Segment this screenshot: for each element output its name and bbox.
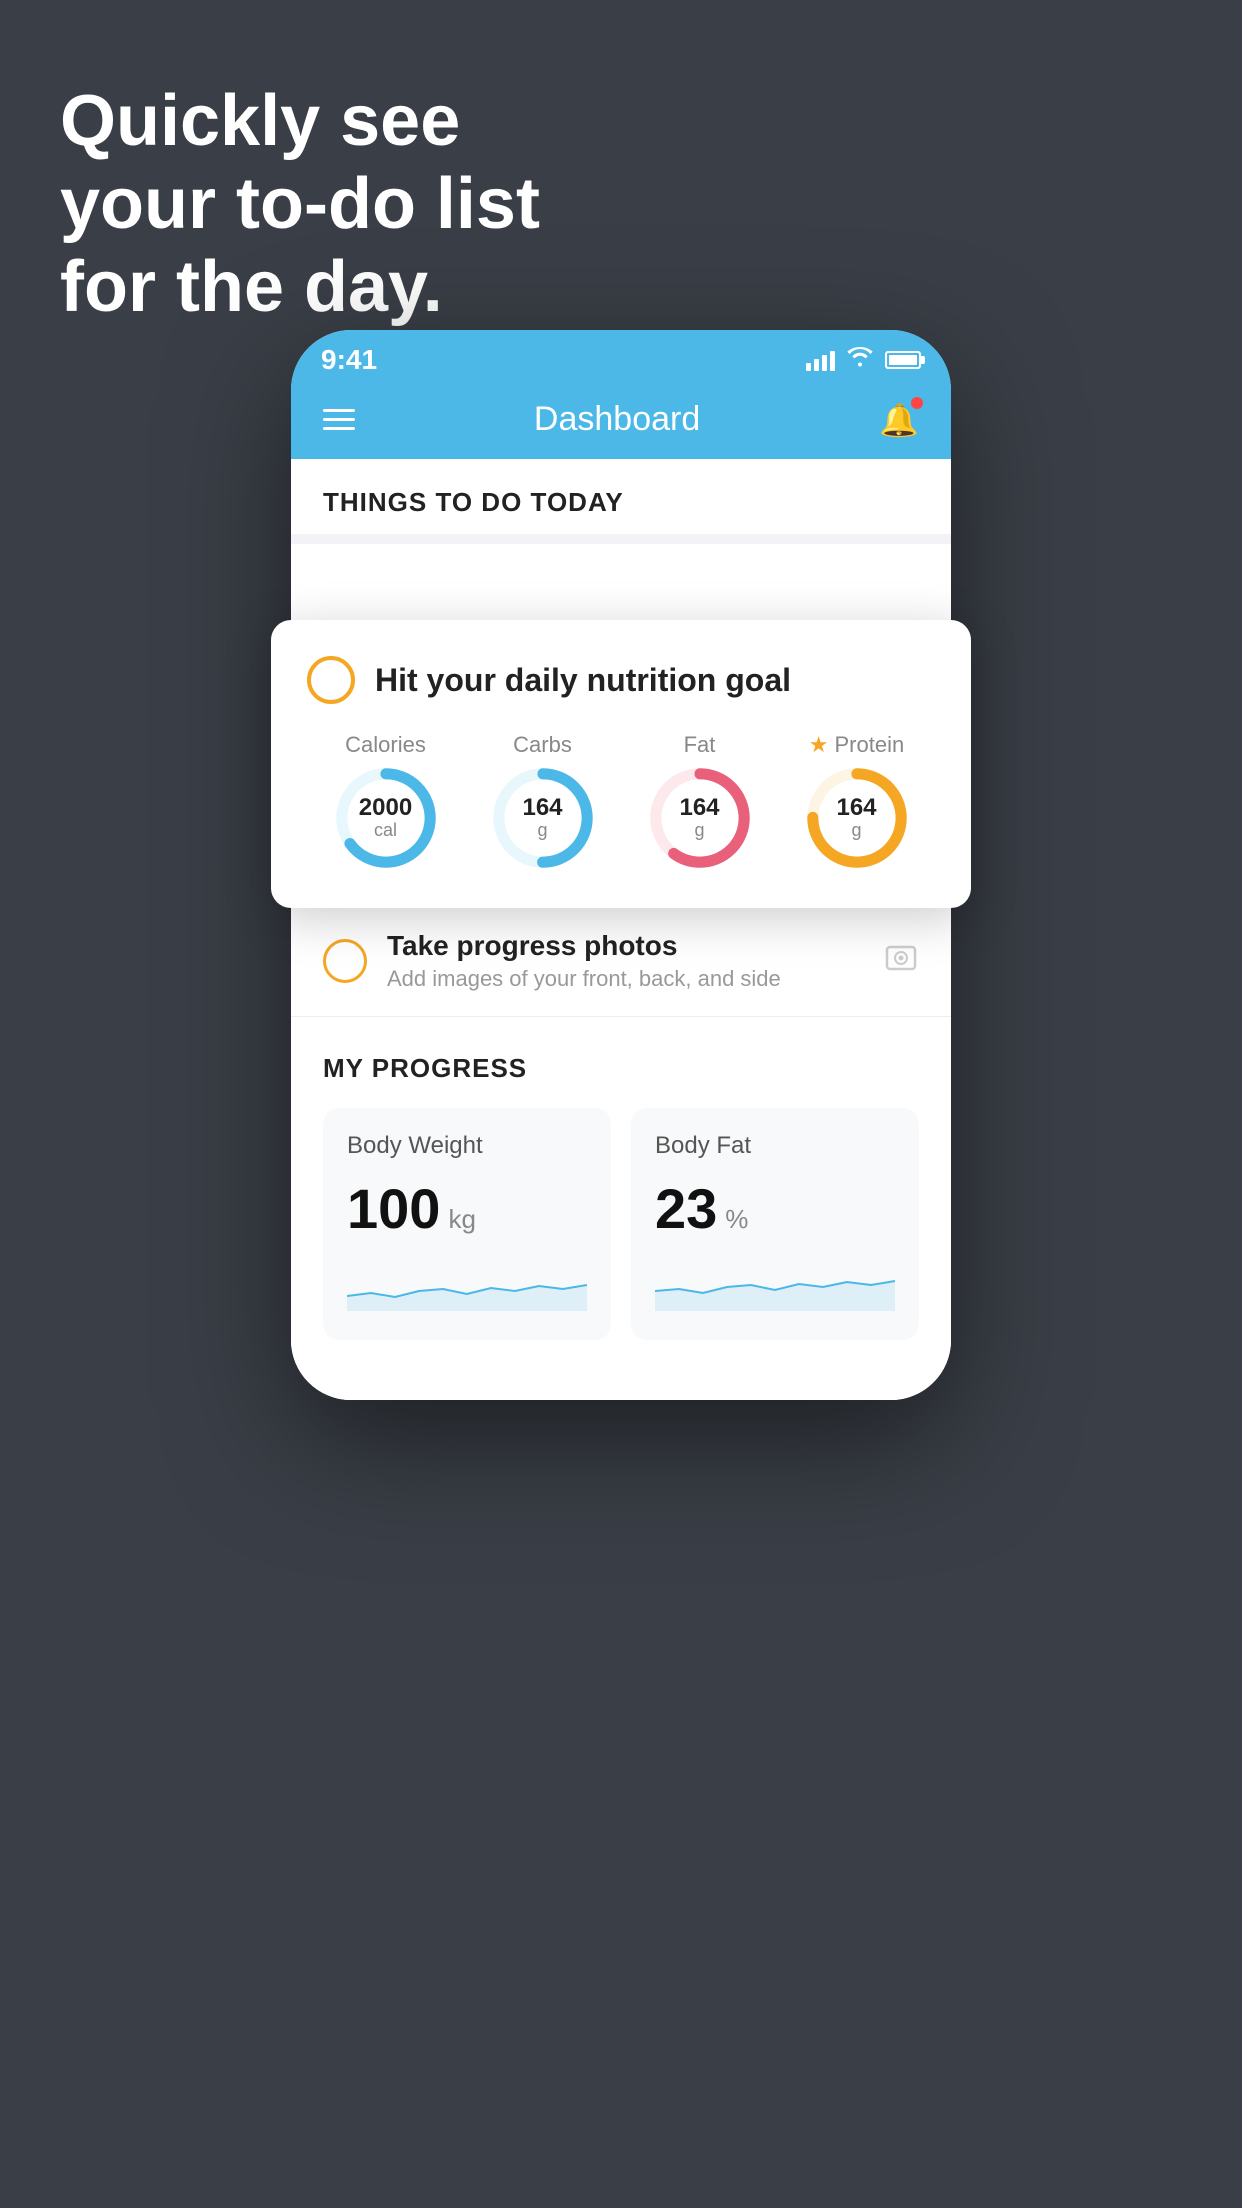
photo-icon bbox=[883, 939, 919, 984]
card-check-circle bbox=[307, 656, 355, 704]
battery-icon bbox=[885, 351, 921, 369]
status-right-icons bbox=[806, 346, 921, 374]
protein-label: Protein bbox=[835, 732, 905, 758]
protein-label-row: ★ Protein bbox=[809, 732, 904, 758]
body-fat-chart bbox=[655, 1261, 895, 1311]
fat-item: Fat 164 g bbox=[650, 732, 750, 868]
progress-cards: Body Weight 100 kg Body Fat 23 % bbox=[323, 1108, 919, 1380]
body-fat-title: Body Fat bbox=[655, 1132, 895, 1160]
carbs-item: Carbs 164 g bbox=[493, 732, 593, 868]
phone-bottom bbox=[291, 1380, 951, 1400]
body-fat-value-row: 23 % bbox=[655, 1176, 895, 1241]
app-content: THINGS TO DO TODAY Running Track your st… bbox=[291, 459, 951, 1400]
nutrition-circles: Calories 2000 cal Carbs bbox=[307, 732, 935, 868]
body-fat-value: 23 bbox=[655, 1176, 717, 1241]
hamburger-menu[interactable] bbox=[323, 409, 355, 430]
signal-icon bbox=[806, 349, 835, 371]
headline: Quickly see your to-do list for the day. bbox=[60, 80, 540, 328]
carbs-label: Carbs bbox=[513, 732, 572, 758]
card-title: Hit your daily nutrition goal bbox=[375, 662, 791, 699]
star-icon: ★ bbox=[809, 732, 829, 758]
carbs-donut: 164 g bbox=[493, 768, 593, 868]
carbs-unit: g bbox=[537, 820, 547, 841]
body-weight-title: Body Weight bbox=[347, 1132, 587, 1160]
body-weight-value-row: 100 kg bbox=[347, 1176, 587, 1241]
status-time: 9:41 bbox=[321, 344, 377, 376]
card-title-row: Hit your daily nutrition goal bbox=[307, 656, 935, 704]
notification-bell-icon[interactable]: 🔔 bbox=[879, 401, 919, 439]
body-weight-card[interactable]: Body Weight 100 kg bbox=[323, 1108, 611, 1340]
progress-section: MY PROGRESS Body Weight 100 kg Body Fat bbox=[291, 1017, 951, 1380]
body-weight-value: 100 bbox=[347, 1176, 440, 1241]
things-to-do-header: THINGS TO DO TODAY bbox=[291, 459, 951, 534]
fat-value: 164 bbox=[679, 796, 719, 820]
body-weight-unit: kg bbox=[448, 1204, 475, 1235]
carbs-value: 164 bbox=[522, 796, 562, 820]
protein-donut: 164 g bbox=[807, 768, 907, 868]
todo-circle-photos bbox=[323, 939, 367, 983]
fat-donut: 164 g bbox=[650, 768, 750, 868]
protein-item: ★ Protein 164 g bbox=[807, 732, 907, 868]
protein-value: 164 bbox=[836, 796, 876, 820]
todo-text-photos: Take progress photos Add images of your … bbox=[387, 930, 883, 992]
body-fat-unit: % bbox=[725, 1204, 748, 1235]
nav-title: Dashboard bbox=[534, 400, 700, 439]
todo-item-photos[interactable]: Take progress photos Add images of your … bbox=[291, 906, 951, 1017]
calories-label: Calories bbox=[345, 732, 426, 758]
nutrition-card: Hit your daily nutrition goal Calories 2… bbox=[271, 620, 971, 908]
calories-item: Calories 2000 cal bbox=[336, 732, 436, 868]
notification-dot bbox=[911, 397, 923, 409]
fat-unit: g bbox=[694, 820, 704, 841]
calories-unit: cal bbox=[374, 820, 397, 841]
progress-header: MY PROGRESS bbox=[323, 1053, 919, 1084]
protein-unit: g bbox=[851, 820, 861, 841]
status-bar: 9:41 bbox=[291, 330, 951, 384]
body-fat-card[interactable]: Body Fat 23 % bbox=[631, 1108, 919, 1340]
wifi-icon bbox=[847, 346, 873, 374]
nav-bar: Dashboard 🔔 bbox=[291, 384, 951, 459]
fat-label: Fat bbox=[684, 732, 716, 758]
calories-donut: 2000 cal bbox=[336, 768, 436, 868]
body-weight-chart bbox=[347, 1261, 587, 1311]
calories-value: 2000 bbox=[359, 796, 412, 820]
